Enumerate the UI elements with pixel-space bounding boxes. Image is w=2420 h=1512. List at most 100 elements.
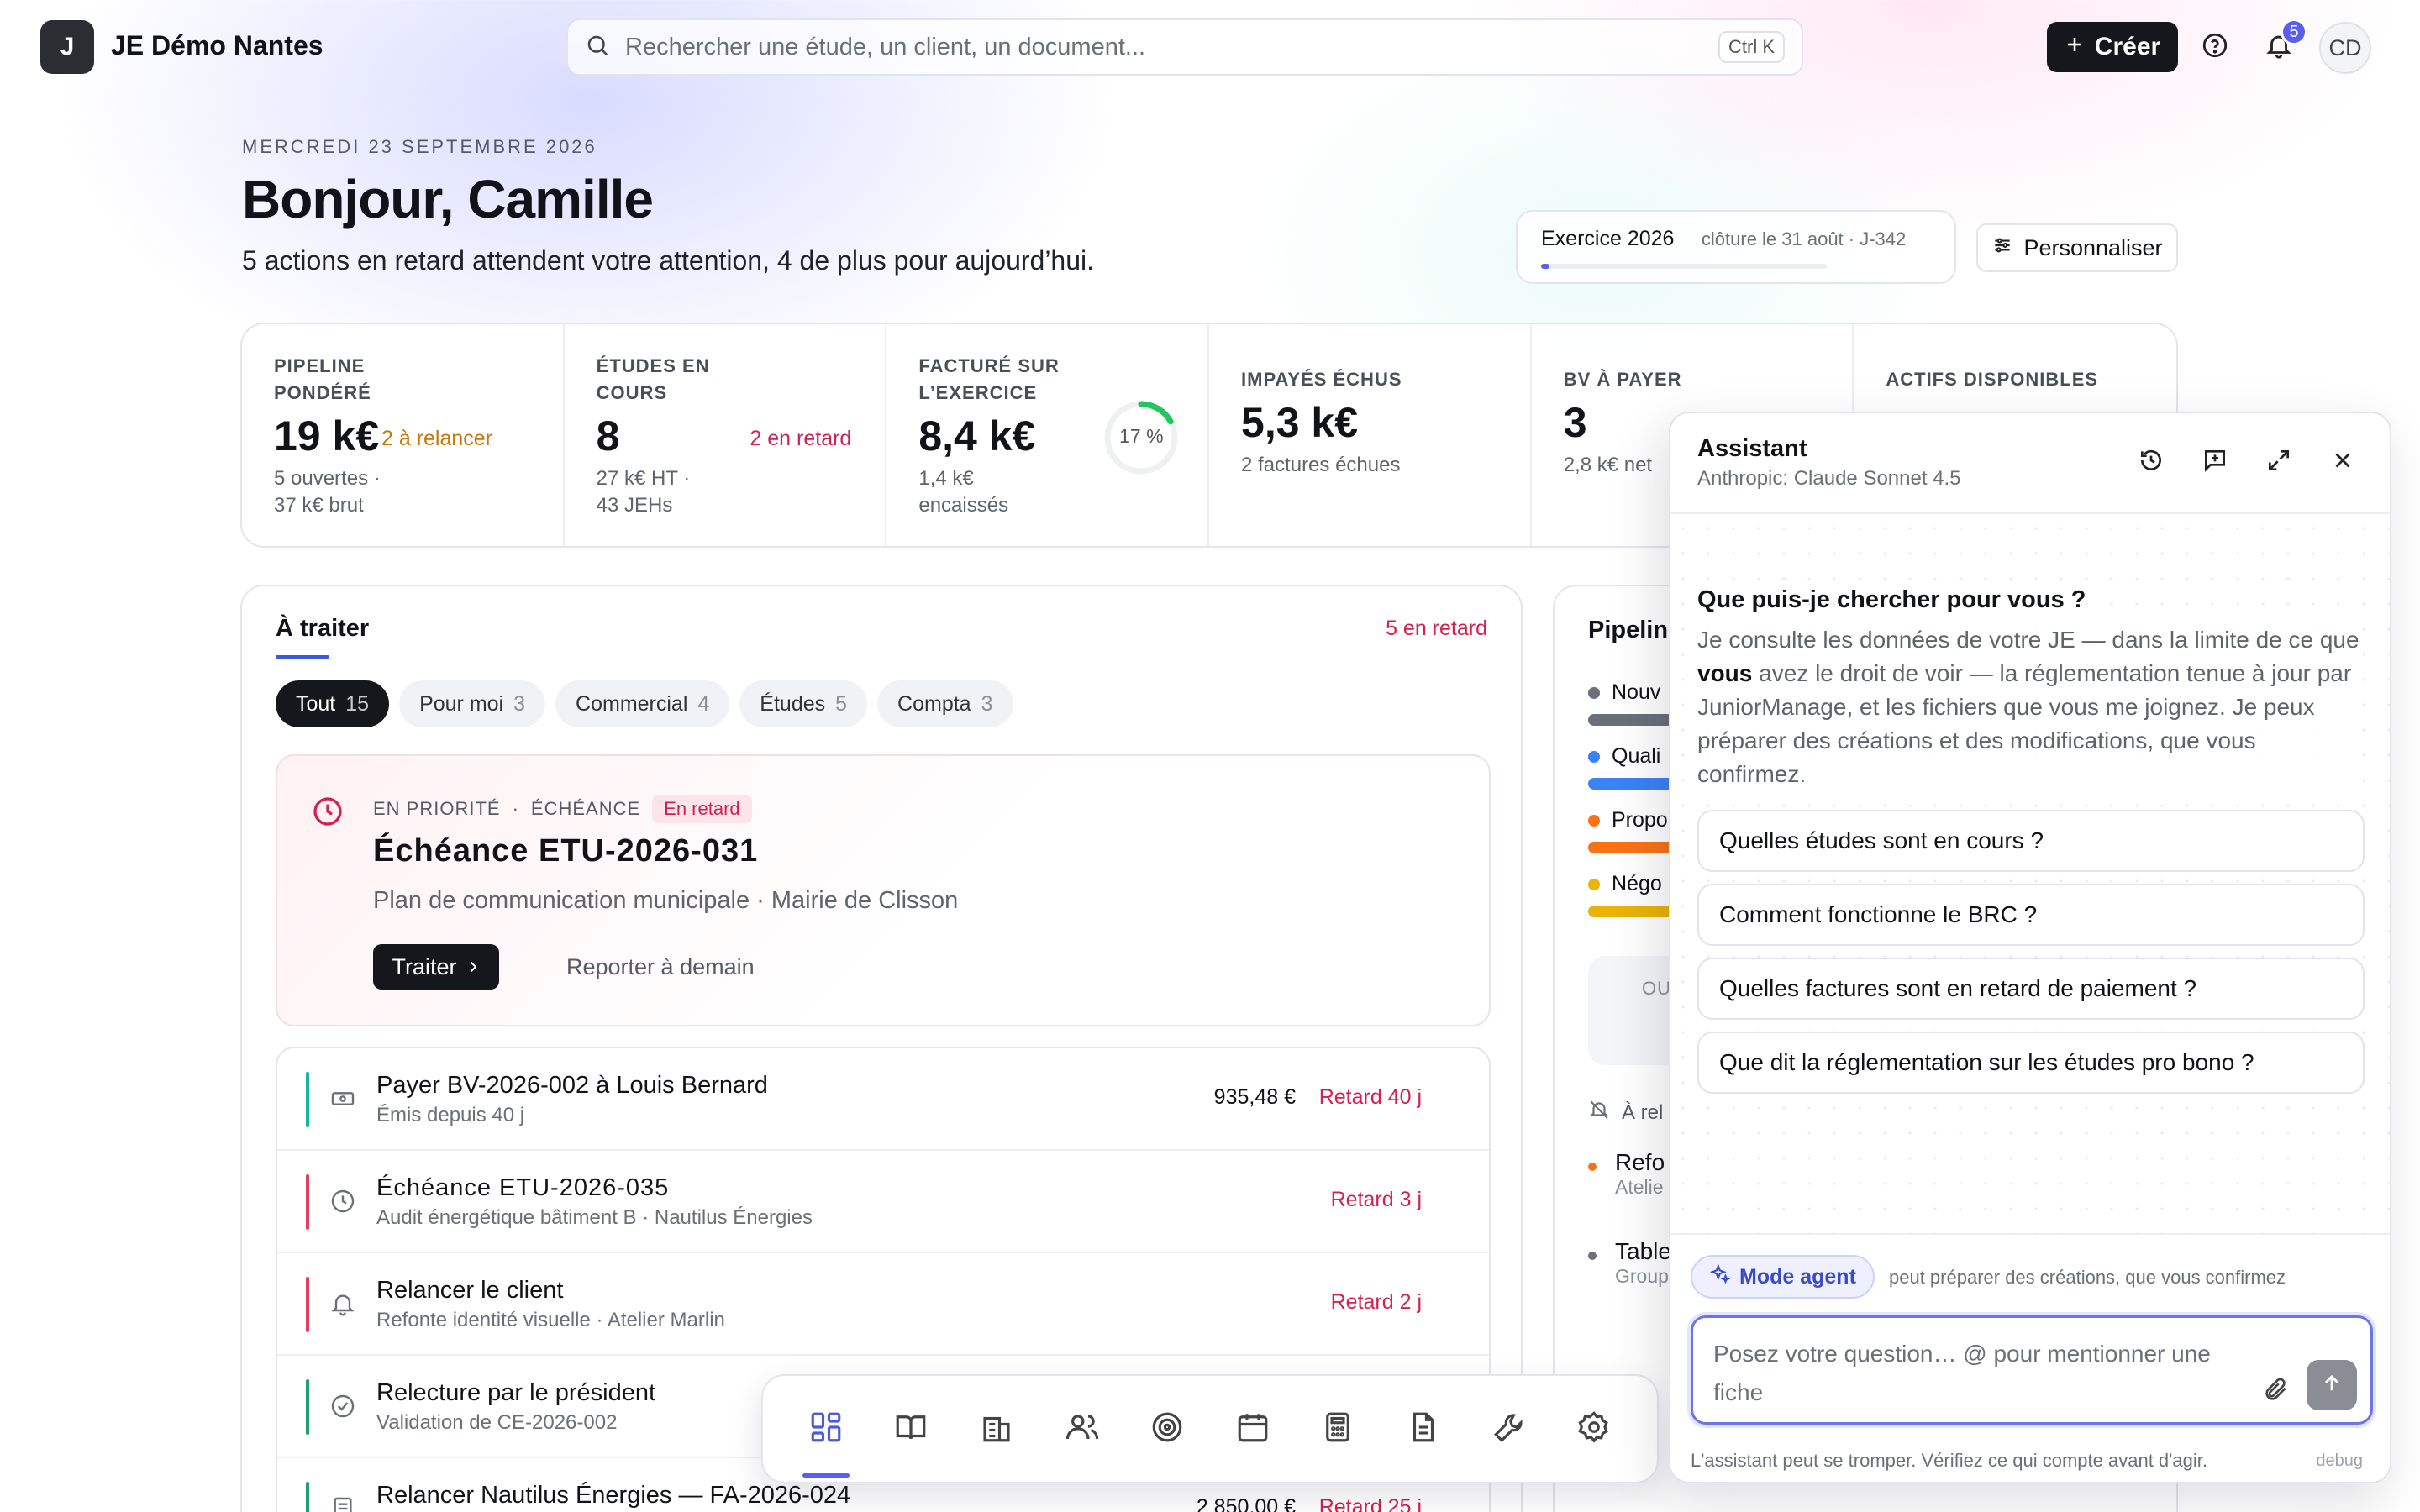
filter-count: 3 (981, 691, 993, 716)
pipeline-stage[interactable]: Propo (1588, 808, 1668, 832)
pipeline-item[interactable]: Refo Atelie (1588, 1149, 1665, 1199)
suggestion-button[interactable]: Comment fonctionne le BRC ? (1697, 884, 2365, 946)
todo-title[interactable]: À traiter (276, 615, 369, 643)
book-icon (893, 1410, 929, 1449)
task-row[interactable]: Payer BV-2026-002 à Louis Bernard Émis d… (277, 1048, 1489, 1151)
suggestion-button[interactable]: Que dit la réglementation sur les études… (1697, 1032, 2365, 1094)
task-subtitle: Audit énergétique bâtiment B · Nautilus … (376, 1206, 813, 1229)
kpi-pipeline[interactable]: PIPELINE PONDÉRÉ 19 k€ 2 à relancer 5 ou… (242, 324, 565, 546)
dock-calendar[interactable] (1219, 1395, 1286, 1462)
fiscal-year-widget[interactable]: Exercice 2026 clôture le 31 août · J-342 (1516, 210, 1956, 284)
dock-settings[interactable] (1560, 1395, 1628, 1462)
kpi-tag[interactable]: 2 factures échues (1241, 452, 1498, 479)
filter-count: 3 (513, 691, 526, 716)
agent-mode-note: peut préparer des créations, que vous co… (1889, 1267, 2286, 1288)
item-dot (1588, 1252, 1597, 1260)
assistant-composer-area: Mode agent peut préparer des créations, … (1670, 1233, 2390, 1482)
target-icon (1150, 1410, 1185, 1449)
todo-filters: Tout 15 Pour moi 3 Commercial 4 Études 5 Com… (276, 680, 1013, 727)
filter-count: 15 (345, 691, 370, 716)
chevron-right-icon (466, 954, 481, 980)
clock-icon (311, 795, 345, 832)
fiscal-year-close: clôture le 31 août · J-342 (1701, 228, 1907, 249)
filter-all[interactable]: Tout 15 (276, 680, 390, 727)
dock-clients[interactable] (963, 1395, 1030, 1462)
filter-mine[interactable]: Pour moi 3 (399, 680, 546, 727)
pipeline-stage[interactable]: Négo (1588, 872, 1662, 896)
avatar[interactable]: CD (2319, 22, 2371, 74)
task-row[interactable]: Échéance ETU-2026-035 Audit énergétique … (277, 1151, 1489, 1253)
stage-dot (1588, 878, 1600, 890)
global-search[interactable]: Rechercher une étude, un client, un docu… (566, 18, 1803, 76)
intro-emphasis: vous (1697, 660, 1753, 686)
task-status-bar (306, 1072, 309, 1127)
item-subtitle: Atelie (1615, 1176, 1664, 1198)
suggestion-button[interactable]: Quelles études sont en cours ? (1697, 810, 2365, 872)
new-chat-button[interactable] (2191, 438, 2238, 486)
dock-members[interactable] (1049, 1395, 1116, 1462)
fiscal-year-progress (1541, 264, 1827, 269)
task-delay: Retard 3 j (1330, 1188, 1422, 1211)
filter-commercial[interactable]: Commercial 4 (555, 680, 730, 727)
dock-book[interactable] (877, 1395, 944, 1462)
org-name[interactable]: JE Démo Nantes (111, 30, 324, 61)
pipeline-summary-label: OU (1642, 978, 1671, 999)
dock-dashboard[interactable] (792, 1395, 860, 1478)
task-subtitle: Refonte identité visuelle · Atelier Marl… (376, 1309, 725, 1331)
attach-button[interactable] (2263, 1376, 2290, 1407)
kpi-invoiced[interactable]: FACTURÉ SUR L’EXERCICE 8,4 k€ 1,4 k€ enc… (886, 324, 1210, 546)
bottom-dock (761, 1374, 1659, 1483)
priority-description: Plan de communication municipale · Mairi… (373, 887, 959, 914)
postpone-button[interactable]: Reporter à demain (566, 954, 755, 980)
dock-accounting[interactable] (1304, 1395, 1371, 1462)
item-title: Refo (1615, 1149, 1665, 1175)
assistant-actions (2128, 438, 2366, 486)
kpi-note: 27 k€ HT · 43 JEHs (596, 467, 691, 517)
expand-button[interactable] (2255, 438, 2302, 486)
task-title: Relancer le client (376, 1277, 564, 1304)
customize-button[interactable]: Personnaliser (1976, 223, 2178, 272)
create-button[interactable]: Créer (2047, 22, 2178, 72)
kpi-tag[interactable]: 2 à relancer (381, 427, 492, 451)
close-icon (2330, 448, 2355, 477)
assistant-input-placeholder: Posez votre question… @ pour mentionner … (1713, 1341, 2211, 1405)
org-logo[interactable]: J (40, 20, 94, 74)
kpi-note: 5 ouvertes · 37 k€ brut (274, 467, 381, 517)
search-input[interactable]: Rechercher une étude, un client, un docu… (625, 34, 1718, 61)
stage-dot (1588, 814, 1600, 827)
help-button[interactable] (2191, 24, 2238, 71)
kpi-label: ACTIFS DISPONIBLES (1886, 369, 2099, 390)
assistant-input[interactable]: Posez votre question… @ pour mentionner … (1691, 1315, 2373, 1425)
task-delay: Retard 25 j (1318, 1495, 1422, 1512)
send-button[interactable] (2307, 1360, 2357, 1410)
pipeline-stage[interactable]: Quali (1588, 744, 1660, 769)
priority-title[interactable]: Échéance ETU-2026-031 (373, 833, 758, 869)
expand-icon (2265, 447, 2292, 478)
pipeline-item[interactable]: Table Group (1588, 1238, 1671, 1288)
task-status-bar (306, 1379, 309, 1435)
dock-targets[interactable] (1134, 1395, 1201, 1462)
kpi-studies[interactable]: ÉTUDES EN COURS 8 2 en retard 27 k€ HT ·… (565, 324, 887, 546)
kpi-tag[interactable]: 2 en retard (750, 427, 851, 451)
todo-late-count[interactable]: 5 en retard (1386, 617, 1487, 641)
process-button[interactable]: Traiter (373, 944, 499, 990)
close-button[interactable] (2319, 438, 2366, 486)
kpi-unpaid[interactable]: IMPAYÉS ÉCHUS 5,3 k€ 2 factures échues (1209, 324, 1532, 546)
pipeline-stage[interactable]: Nouv (1588, 680, 1660, 705)
bell-icon (329, 1290, 356, 1321)
sliders-icon (1991, 234, 2013, 262)
debug-link[interactable]: debug (2316, 1452, 2363, 1471)
task-row[interactable]: Relancer le client Refonte identité visu… (277, 1253, 1489, 1356)
filter-studies[interactable]: Études 5 (739, 680, 868, 727)
task-title: Relancer Nautilus Énergies — FA-2026-024 (376, 1482, 851, 1509)
task-subtitle: Émis depuis 40 j (376, 1104, 525, 1126)
pipeline-title[interactable]: Pipeline (1588, 617, 1681, 644)
process-label: Traiter (392, 953, 457, 979)
filter-accounting[interactable]: Compta 3 (877, 680, 1013, 727)
suggestion-button[interactable]: Quelles factures sont en retard de paiem… (1697, 958, 2365, 1020)
agent-mode-toggle[interactable]: Mode agent (1691, 1255, 1875, 1299)
dock-documents[interactable] (1390, 1395, 1457, 1462)
history-button[interactable] (2128, 438, 2175, 486)
plus-icon (2065, 33, 2085, 61)
dock-tools[interactable] (1476, 1395, 1543, 1462)
